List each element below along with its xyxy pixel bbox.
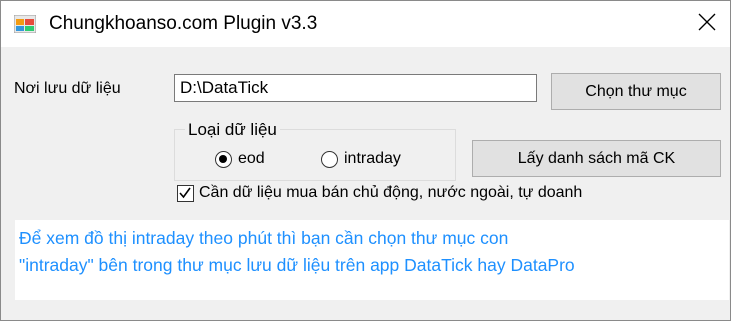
info-text-box: Để xem đồ thị intraday theo phút thì bạn… bbox=[15, 220, 729, 300]
window-title: Chungkhoanso.com Plugin v3.3 bbox=[49, 13, 318, 34]
radio-intraday[interactable] bbox=[321, 151, 338, 168]
title-bar: Chungkhoanso.com Plugin v3.3 bbox=[1, 1, 730, 47]
radio-eod[interactable] bbox=[215, 151, 232, 168]
choose-folder-button[interactable]: Chọn thư mục bbox=[551, 73, 721, 110]
info-line: "intraday" bên trong thư mục lưu dữ liệu… bbox=[19, 255, 575, 275]
app-window-icon bbox=[13, 14, 37, 34]
need-data-checkbox-label[interactable]: Cần dữ liệu mua bán chủ động, nước ngoài… bbox=[199, 184, 582, 202]
close-icon bbox=[698, 13, 716, 36]
info-line: Để xem đồ thị intraday theo phút thì bạn… bbox=[19, 228, 509, 248]
storage-label: Nơi lưu dữ liệu bbox=[14, 80, 121, 97]
data-type-group-label: Loại dữ liệu bbox=[185, 120, 280, 140]
close-button[interactable] bbox=[684, 1, 730, 47]
radio-eod-label[interactable]: eod bbox=[238, 150, 265, 168]
radio-selected-dot bbox=[219, 155, 227, 163]
radio-intraday-label[interactable]: intraday bbox=[344, 150, 401, 168]
get-stock-list-button[interactable]: Lấy danh sách mã CK bbox=[472, 140, 721, 177]
plugin-window: Chungkhoanso.com Plugin v3.3 Nơi lưu dữ … bbox=[0, 0, 731, 321]
need-data-checkbox[interactable] bbox=[177, 185, 194, 202]
storage-path-input[interactable] bbox=[174, 74, 537, 102]
